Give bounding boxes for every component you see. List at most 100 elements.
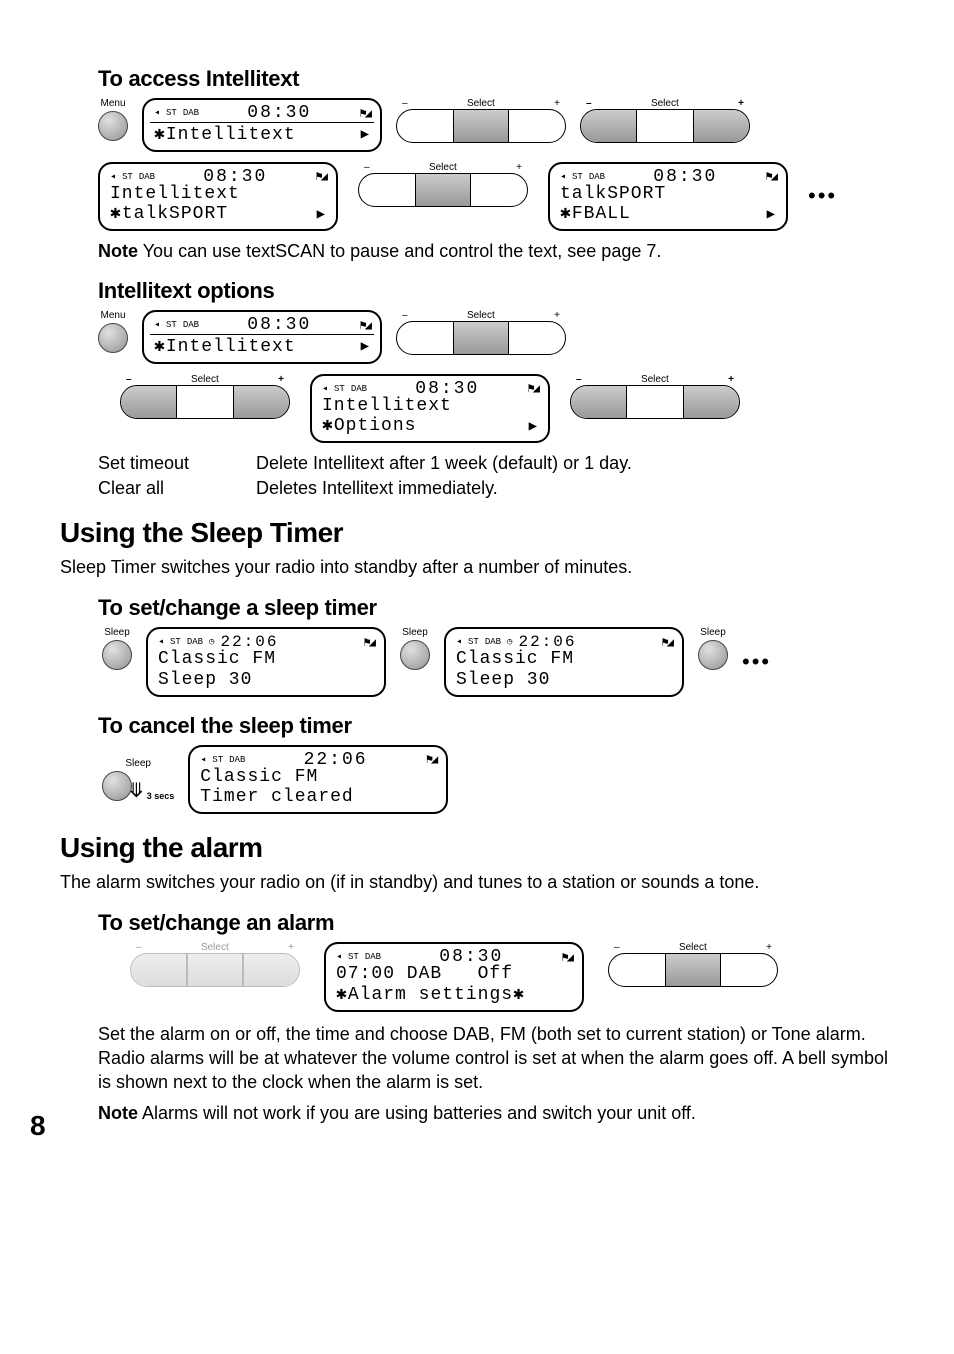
option-row-timeout: Set timeout Delete Intellitext after 1 w… <box>98 453 894 474</box>
diagram-options-row2: –Select+ ◂STDAB 08:30 ⚑◢ Intellitext ✱Op… <box>120 374 894 443</box>
select-label: Select <box>467 98 495 109</box>
menu-label: Menu <box>100 98 125 109</box>
lcd-timer-cleared: ◂STDAB 22:06 ⚑◢ Classic FM Timer cleared <box>188 745 448 814</box>
press-arrow-icon: ⤋ <box>128 781 145 801</box>
select-pill[interactable] <box>580 109 750 143</box>
alarm-body: Set the alarm on or off, the time and ch… <box>98 1022 894 1095</box>
menu-button[interactable] <box>98 323 128 353</box>
st-indicator: ST <box>212 755 223 765</box>
clock-icon: ◷ <box>209 637 214 647</box>
right-arrow-icon: ▶ <box>361 127 370 143</box>
diagram-sleep-cancel: Sleep ⤋ 3 secs ◂STDAB 22:06 ⚑◢ Classic F… <box>102 745 894 814</box>
select-pill-group: – Select + <box>358 162 528 207</box>
hold-duration: 3 secs <box>147 791 175 801</box>
lcd-sleep30: ◂STDAB ◷22:06 ⚑◢ Classic FM Sleep 30 <box>444 627 684 696</box>
signal-icon: ⚑◢ <box>562 950 572 965</box>
select-pill[interactable] <box>608 953 778 987</box>
signal-icon: ⚑◢ <box>360 318 370 333</box>
minus-label: – <box>586 98 592 109</box>
st-indicator: ST <box>166 108 177 118</box>
diagram-sleep-set: Sleep ◂STDAB ◷22:06 ⚑◢ Classic FM Sleep … <box>102 627 894 696</box>
menu-button[interactable] <box>98 111 128 141</box>
lcd-line2: FBALL <box>572 204 631 224</box>
sleep-button[interactable] <box>400 640 430 670</box>
option-key: Set timeout <box>98 453 228 474</box>
diagram-options-row1: Menu ◂STDAB 08:30 ⚑◢ ✱Intellitext▶ –Sele… <box>98 310 894 364</box>
right-arrow-icon: ▶ <box>361 339 370 355</box>
select-pill[interactable] <box>396 109 566 143</box>
lcd-line1: 07:00 DAB Off <box>336 964 513 985</box>
alarm-intro: The alarm switches your radio on (if in … <box>60 870 894 894</box>
triangle-icon: ◂ <box>110 171 116 183</box>
dab-indicator: DAB <box>183 108 199 118</box>
lcd-line1: Classic FM <box>200 767 318 788</box>
heading-sleep-timer: Using the Sleep Timer <box>60 517 894 549</box>
dab-indicator: DAB <box>229 755 245 765</box>
heading-alarm: Using the alarm <box>60 832 894 864</box>
heading-intellitext-options: Intellitext options <box>98 278 894 304</box>
minus-label: – <box>136 942 142 953</box>
triangle-icon: ◂ <box>154 319 160 331</box>
select-pill[interactable] <box>570 385 740 419</box>
sleep-label: Sleep <box>402 627 428 638</box>
sleep-label: Sleep <box>700 627 726 638</box>
plus-label: + <box>516 162 522 173</box>
select-pill-group: –Select+ <box>120 374 290 419</box>
menu-label: Menu <box>100 310 125 321</box>
lcd-line2: Alarm settings <box>348 985 513 1005</box>
page-number: 8 <box>30 1110 46 1142</box>
st-indicator: ST <box>572 172 583 182</box>
plus-label: + <box>554 98 560 109</box>
lcd-alarm-settings: ◂STDAB 08:30 ⚑◢ 07:00 DAB Off ✱Alarm set… <box>324 942 584 1011</box>
minus-label: – <box>614 942 620 953</box>
diagram-intellitext-row2: ◂STDAB 08:30 ⚑◢ Intellitext ✱talkSPORT▶ … <box>60 162 894 231</box>
plus-label: + <box>278 374 284 385</box>
dab-indicator: DAB <box>351 384 367 394</box>
signal-icon: ⚑◢ <box>360 106 370 121</box>
plus-label: + <box>288 942 294 953</box>
st-indicator: ST <box>122 172 133 182</box>
select-label: Select <box>679 942 707 953</box>
sleep-button-hold-group: Sleep ⤋ 3 secs <box>102 758 174 801</box>
sleep-button-group: Sleep <box>102 627 132 670</box>
st-indicator: ST <box>468 637 479 647</box>
select-pill-group: –Select+ <box>396 310 566 355</box>
minus-label: – <box>364 162 370 173</box>
select-label: Select <box>201 942 229 953</box>
select-pill[interactable] <box>358 173 528 207</box>
lcd-line1: Intellitext <box>322 396 452 417</box>
lcd-line2: Timer cleared <box>200 787 353 808</box>
option-value: Delete Intellitext after 1 week (default… <box>256 453 632 474</box>
lcd-intellitext-options: ◂STDAB 08:30 ⚑◢ Intellitext ✱Options▶ <box>310 374 550 443</box>
note-battery: Note Alarms will not work if you are usi… <box>98 1103 894 1124</box>
select-pill[interactable] <box>130 953 300 987</box>
sleep-button[interactable] <box>102 640 132 670</box>
option-value: Deletes Intellitext immediately. <box>256 478 498 499</box>
lcd-sleep30: ◂STDAB ◷22:06 ⚑◢ Classic FM Sleep 30 <box>146 627 386 696</box>
heading-set-sleep: To set/change a sleep timer <box>98 595 894 621</box>
select-pill[interactable] <box>120 385 290 419</box>
option-key: Clear all <box>98 478 228 499</box>
option-row-clearall: Clear all Deletes Intellitext immediatel… <box>98 478 894 499</box>
select-pill-group-2: –Select+ <box>580 98 750 143</box>
lcd-line1: Intellitext <box>110 184 240 205</box>
triangle-icon: ◂ <box>322 383 328 395</box>
right-arrow-icon: ▶ <box>529 419 538 435</box>
sleep-label: Sleep <box>104 627 130 638</box>
note-textscan: Note You can use textSCAN to pause and c… <box>98 241 894 262</box>
select-label: Select <box>429 162 457 173</box>
st-indicator: ST <box>334 384 345 394</box>
lcd-intellitext-talksport: ◂STDAB 08:30 ⚑◢ Intellitext ✱talkSPORT▶ <box>98 162 338 231</box>
select-pill[interactable] <box>396 321 566 355</box>
lcd-time: 08:30 <box>247 315 311 335</box>
dab-indicator: DAB <box>187 637 203 647</box>
triangle-icon: ◂ <box>456 636 462 648</box>
dab-indicator: DAB <box>485 637 501 647</box>
right-arrow-icon: ▶ <box>317 207 326 223</box>
minus-label: – <box>402 98 408 109</box>
sleep-button[interactable] <box>698 640 728 670</box>
triangle-icon: ◂ <box>560 171 566 183</box>
lcd-line2: Options <box>334 416 417 436</box>
minus-label: – <box>126 374 132 385</box>
diagram-alarm-set: – Select + ◂STDAB 08:30 ⚑◢ 07:00 DAB Off ✱… <box>130 942 894 1011</box>
